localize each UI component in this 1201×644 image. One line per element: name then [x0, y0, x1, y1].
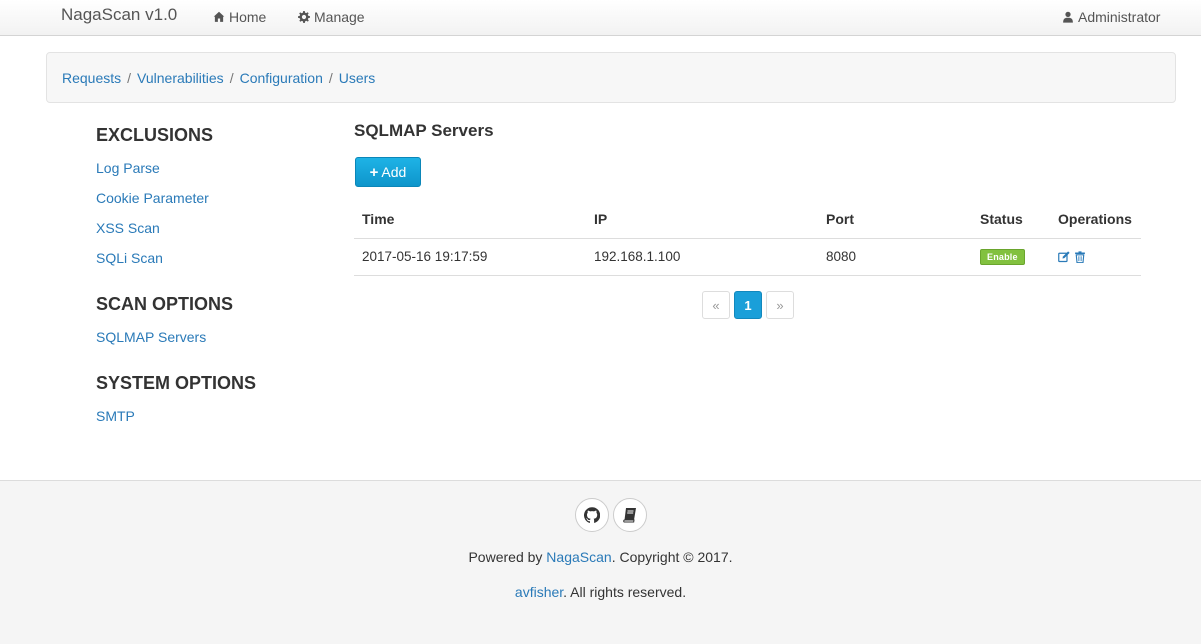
- github-icon: [584, 507, 600, 523]
- cell-operations: [1050, 238, 1141, 276]
- status-badge[interactable]: Enable: [980, 249, 1025, 265]
- gear-icon: [298, 11, 310, 23]
- cell-time: 2017-05-16 19:17:59: [354, 238, 586, 276]
- nav-manage[interactable]: Manage: [298, 9, 365, 25]
- column-header-time: Time: [354, 201, 586, 239]
- top-navbar: NagaScan v1.0 Home Manage Administrator: [0, 0, 1201, 36]
- footer-rights-text: . All rights reserved.: [563, 584, 687, 600]
- sidebar-item-cookie-parameter[interactable]: Cookie Parameter: [96, 190, 209, 206]
- nav-user-label: Administrator: [1078, 9, 1161, 25]
- table-header-row: Time IP Port Status Operations: [354, 201, 1141, 239]
- footer-nagascan-link[interactable]: NagaScan: [546, 549, 611, 565]
- sidebar-item-sqlmap-servers[interactable]: SQLMAP Servers: [96, 329, 206, 345]
- sidebar-item-log-parse[interactable]: Log Parse: [96, 160, 160, 176]
- nav-user-menu[interactable]: Administrator: [1062, 9, 1160, 25]
- cell-ip: 192.168.1.100: [586, 238, 818, 276]
- footer-powered-prefix: Powered by: [468, 549, 547, 565]
- column-header-ip: IP: [586, 201, 818, 239]
- sidebar-item-smtp[interactable]: SMTP: [96, 408, 135, 424]
- footer-copyright: Powered by NagaScan. Copyright © 2017.: [0, 549, 1201, 565]
- github-button[interactable]: [575, 498, 609, 532]
- sidebar-heading-scan-options: SCAN OPTIONS: [96, 294, 234, 314]
- footer-rights: avfisher. All rights reserved.: [0, 584, 1201, 600]
- sidebar-heading-exclusions: EXCLUSIONS: [96, 125, 214, 145]
- pagination-page-1[interactable]: 1: [734, 291, 762, 319]
- sidebar-item-xss-scan[interactable]: XSS Scan: [96, 220, 160, 236]
- add-button-label: Add: [381, 164, 407, 180]
- cell-port: 8080: [818, 238, 972, 276]
- breadcrumb-configuration[interactable]: Configuration: [240, 70, 323, 86]
- edit-icon[interactable]: [1058, 250, 1070, 263]
- plus-icon: +: [369, 163, 379, 181]
- breadcrumb-users[interactable]: Users: [339, 70, 376, 86]
- breadcrumb-separator: /: [328, 70, 333, 86]
- column-header-operations: Operations: [1050, 201, 1141, 239]
- nav-home-label: Home: [229, 9, 267, 25]
- sidebar-heading-system-options: SYSTEM OPTIONS: [96, 373, 257, 393]
- footer-powered-suffix: . Copyright © 2017.: [611, 549, 733, 565]
- trash-icon[interactable]: [1074, 250, 1086, 263]
- breadcrumb-separator: /: [229, 70, 234, 86]
- footer-author-link[interactable]: avfisher: [515, 584, 563, 600]
- add-server-button[interactable]: + Add: [355, 157, 421, 187]
- breadcrumb-separator: /: [127, 70, 132, 86]
- pagination: « 1 »: [702, 291, 794, 319]
- column-header-status: Status: [972, 201, 1050, 239]
- breadcrumb: Requests / Vulnerabilities / Configuration / U…: [46, 52, 1176, 103]
- sidebar-item-sqli-scan[interactable]: SQLi Scan: [96, 250, 163, 266]
- cell-status: Enable: [972, 238, 1050, 276]
- column-header-port: Port: [818, 201, 972, 239]
- user-icon: [1063, 11, 1073, 23]
- pagination-next[interactable]: »: [766, 291, 794, 319]
- book-icon: [623, 508, 636, 523]
- footer: Powered by NagaScan. Copyright © 2017. a…: [0, 480, 1201, 644]
- nav-manage-label: Manage: [314, 9, 365, 25]
- brand-logo[interactable]: NagaScan v1.0: [61, 5, 177, 25]
- table-row: 2017-05-16 19:17:59 192.168.1.100 8080 E…: [354, 238, 1141, 276]
- servers-table: Time IP Port Status Operations 2017-05-1…: [354, 201, 1141, 276]
- home-icon: [213, 11, 225, 22]
- page-title: SQLMAP Servers: [354, 121, 494, 140]
- breadcrumb-vulnerabilities[interactable]: Vulnerabilities: [137, 70, 224, 86]
- docs-button[interactable]: [613, 498, 647, 532]
- breadcrumb-requests[interactable]: Requests: [62, 70, 121, 86]
- nav-home[interactable]: Home: [213, 9, 266, 25]
- pagination-prev[interactable]: «: [702, 291, 730, 319]
